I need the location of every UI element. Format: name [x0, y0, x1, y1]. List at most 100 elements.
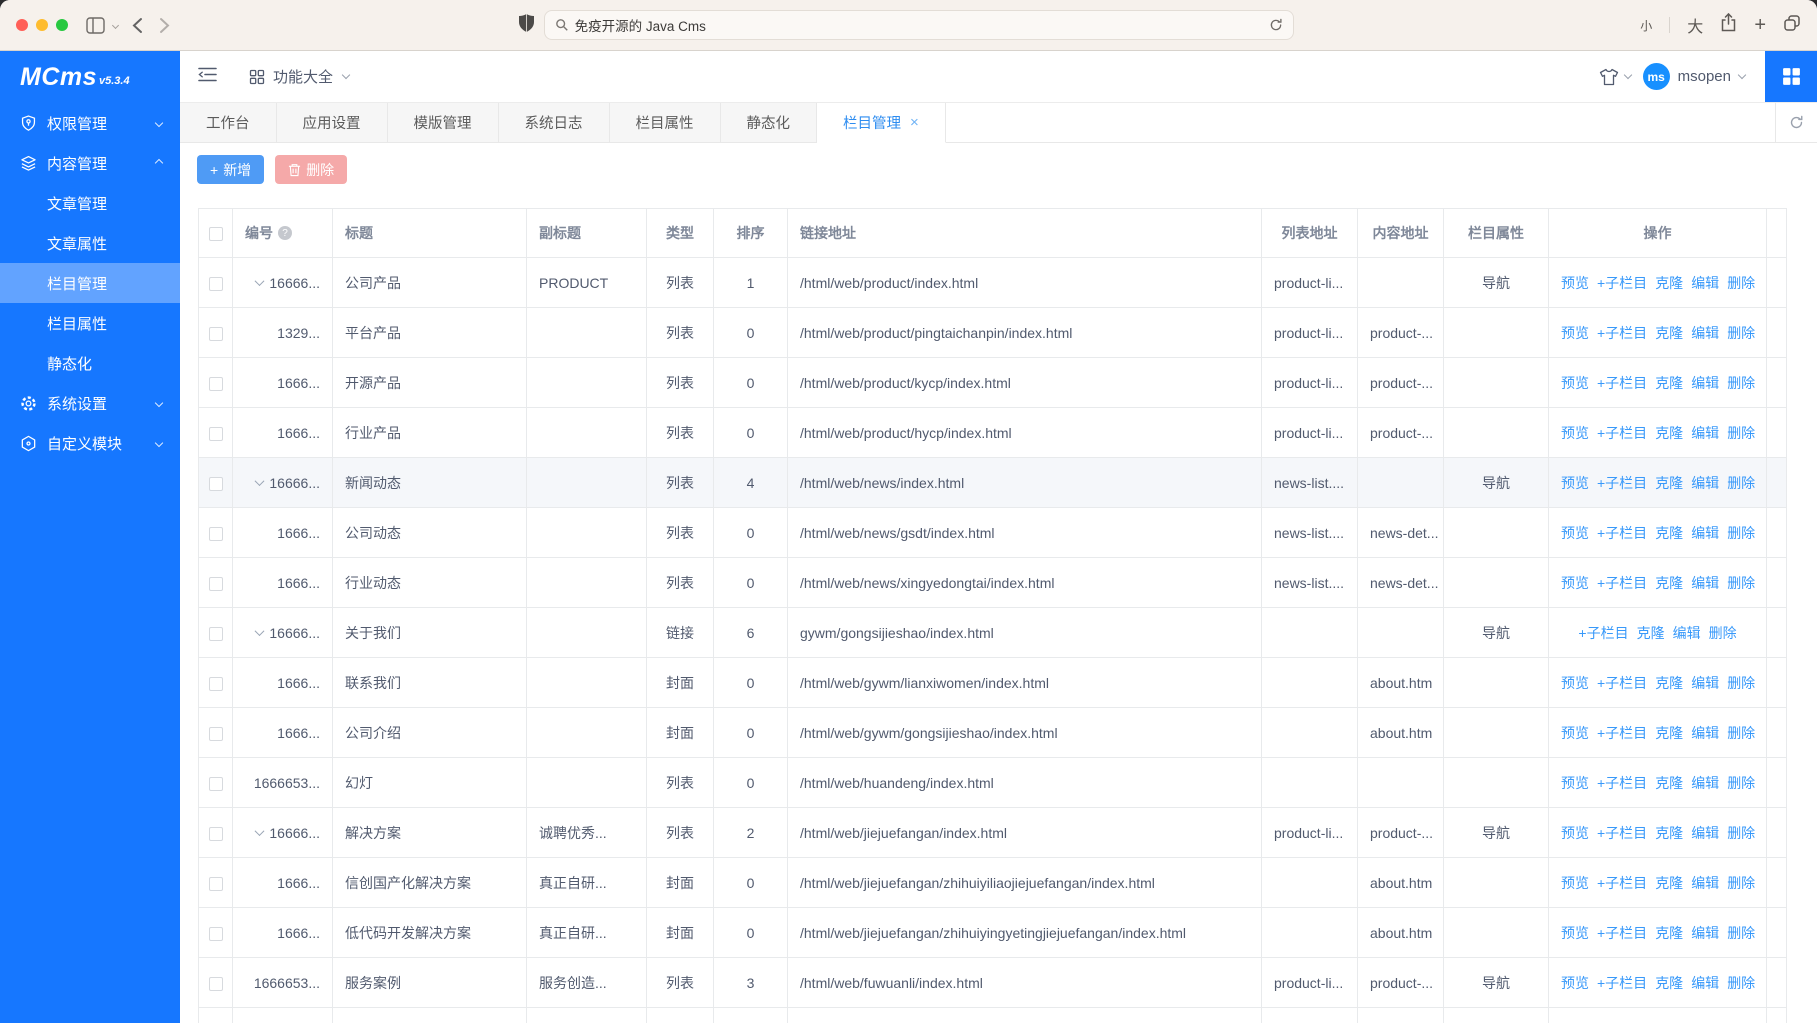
op-link[interactable]: 预览: [1561, 925, 1589, 941]
refresh-tab-button[interactable]: [1775, 103, 1817, 143]
tab[interactable]: 静态化: [721, 103, 818, 143]
op-link[interactable]: 预览: [1561, 775, 1589, 791]
row-checkbox[interactable]: [209, 327, 223, 341]
op-link[interactable]: 克隆: [1655, 275, 1683, 291]
theme-switcher[interactable]: [1599, 68, 1631, 86]
op-link[interactable]: 克隆: [1655, 675, 1683, 691]
op-link[interactable]: 删除: [1727, 925, 1755, 941]
expand-chevron-icon[interactable]: [255, 476, 265, 486]
op-link[interactable]: 预览: [1561, 275, 1589, 291]
op-link[interactable]: 编辑: [1691, 675, 1719, 691]
op-link[interactable]: 删除: [1727, 975, 1755, 991]
op-link[interactable]: 克隆: [1655, 925, 1683, 941]
sidebar-item-system[interactable]: 系统设置: [0, 383, 180, 423]
op-link[interactable]: 编辑: [1691, 925, 1719, 941]
op-link[interactable]: 删除: [1727, 375, 1755, 391]
op-link[interactable]: 编辑: [1691, 325, 1719, 341]
op-link[interactable]: 预览: [1561, 475, 1589, 491]
op-link[interactable]: 删除: [1727, 675, 1755, 691]
sidebar-subitem[interactable]: 文章管理: [0, 183, 180, 223]
row-checkbox[interactable]: [209, 527, 223, 541]
zoom-window-button[interactable]: [56, 19, 68, 31]
op-link[interactable]: 克隆: [1655, 875, 1683, 891]
op-link[interactable]: 删除: [1727, 575, 1755, 591]
op-link[interactable]: +子栏目: [1597, 925, 1647, 941]
tab[interactable]: 工作台: [180, 103, 277, 143]
expand-chevron-icon[interactable]: [255, 276, 265, 286]
sidebar-subitem[interactable]: 栏目管理: [0, 263, 180, 303]
op-link[interactable]: 预览: [1561, 875, 1589, 891]
expand-chevron-icon[interactable]: [255, 626, 265, 636]
op-link[interactable]: 编辑: [1691, 875, 1719, 891]
op-link[interactable]: 预览: [1561, 975, 1589, 991]
op-link[interactable]: 删除: [1727, 825, 1755, 841]
op-link[interactable]: 编辑: [1691, 275, 1719, 291]
privacy-shield-icon[interactable]: [519, 14, 534, 37]
op-link[interactable]: +子栏目: [1597, 325, 1647, 341]
add-button[interactable]: + 新增: [197, 155, 264, 184]
tab[interactable]: 栏目管理 ×: [817, 103, 946, 143]
op-link[interactable]: 预览: [1561, 375, 1589, 391]
address-bar[interactable]: 免疫开源的 Java Cms: [544, 10, 1294, 40]
sidebar-chevron-icon[interactable]: [112, 21, 119, 28]
op-link[interactable]: 克隆: [1655, 725, 1683, 741]
expand-chevron-icon[interactable]: [255, 826, 265, 836]
op-link[interactable]: 预览: [1561, 675, 1589, 691]
reload-icon[interactable]: [1269, 18, 1283, 32]
op-link[interactable]: +子栏目: [1597, 275, 1647, 291]
tab-close-icon[interactable]: ×: [910, 115, 919, 130]
feature-menu[interactable]: 功能大全: [249, 66, 349, 87]
op-link[interactable]: 编辑: [1691, 975, 1719, 991]
increase-text-size-button[interactable]: 大: [1687, 13, 1703, 37]
op-link[interactable]: +子栏目: [1597, 775, 1647, 791]
row-checkbox[interactable]: [209, 627, 223, 641]
sidebar-subitem[interactable]: 文章属性: [0, 223, 180, 263]
tab[interactable]: 系统日志: [499, 103, 610, 143]
op-link[interactable]: 删除: [1727, 725, 1755, 741]
op-link[interactable]: 克隆: [1655, 575, 1683, 591]
minimize-window-button[interactable]: [36, 19, 48, 31]
row-checkbox[interactable]: [209, 977, 223, 991]
op-link[interactable]: 预览: [1561, 825, 1589, 841]
user-menu[interactable]: ms msopen: [1643, 63, 1745, 90]
row-checkbox[interactable]: [209, 427, 223, 441]
new-tab-button[interactable]: +: [1754, 15, 1766, 35]
sidebar-subitem[interactable]: 栏目属性: [0, 303, 180, 343]
tab[interactable]: 应用设置: [277, 103, 388, 143]
row-checkbox[interactable]: [209, 477, 223, 491]
op-link[interactable]: 预览: [1561, 425, 1589, 441]
op-link[interactable]: 预览: [1561, 725, 1589, 741]
op-link[interactable]: 预览: [1561, 325, 1589, 341]
back-button[interactable]: [132, 17, 143, 34]
op-link[interactable]: 删除: [1709, 625, 1737, 641]
decrease-text-size-button[interactable]: 小: [1640, 17, 1652, 34]
row-checkbox[interactable]: [209, 577, 223, 591]
op-link[interactable]: 删除: [1727, 775, 1755, 791]
op-link[interactable]: +子栏目: [1597, 425, 1647, 441]
apps-grid-button[interactable]: [1765, 51, 1817, 102]
op-link[interactable]: 克隆: [1655, 825, 1683, 841]
row-checkbox[interactable]: [209, 827, 223, 841]
close-window-button[interactable]: [16, 19, 28, 31]
tab[interactable]: 模版管理: [388, 103, 499, 143]
op-link[interactable]: 编辑: [1691, 575, 1719, 591]
op-link[interactable]: +子栏目: [1597, 375, 1647, 391]
op-link[interactable]: 预览: [1561, 575, 1589, 591]
op-link[interactable]: 删除: [1727, 425, 1755, 441]
row-checkbox[interactable]: [209, 677, 223, 691]
op-link[interactable]: 克隆: [1655, 775, 1683, 791]
op-link[interactable]: 克隆: [1655, 425, 1683, 441]
sidebar-item-permission[interactable]: 权限管理: [0, 103, 180, 143]
op-link[interactable]: +子栏目: [1597, 525, 1647, 541]
tab[interactable]: 栏目属性: [610, 103, 721, 143]
op-link[interactable]: +子栏目: [1578, 625, 1628, 641]
row-checkbox[interactable]: [209, 927, 223, 941]
op-link[interactable]: +子栏目: [1597, 725, 1647, 741]
op-link[interactable]: 预览: [1561, 525, 1589, 541]
op-link[interactable]: 删除: [1727, 525, 1755, 541]
browser-sidebar-toggle-icon[interactable]: [86, 17, 105, 34]
op-link[interactable]: 编辑: [1691, 475, 1719, 491]
help-icon[interactable]: ?: [278, 226, 292, 240]
op-link[interactable]: +子栏目: [1597, 875, 1647, 891]
sidebar-item-custom[interactable]: 自定义模块: [0, 423, 180, 463]
